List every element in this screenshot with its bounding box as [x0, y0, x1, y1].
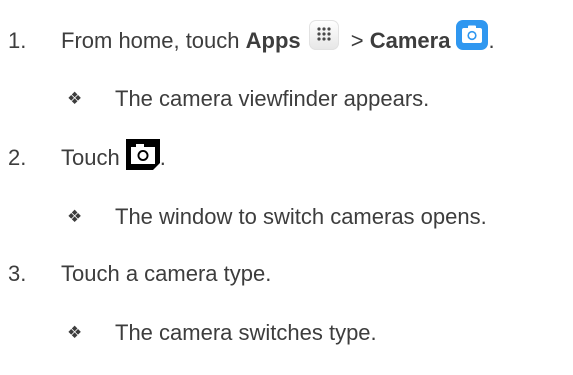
- apps-grid-icon: [308, 20, 339, 50]
- step-number: 1.: [8, 28, 27, 53]
- apps-label: Apps: [245, 28, 301, 53]
- step-number: 2.: [8, 145, 27, 170]
- step-instruction: Touch a camera type.: [61, 259, 271, 289]
- result-text: The camera viewfinder appears.: [115, 86, 430, 111]
- step-text-prefix: Touch: [61, 145, 120, 170]
- camera-app-icon: [456, 20, 489, 50]
- step-text-suffix: .: [488, 28, 495, 53]
- step-number: 3.: [8, 261, 27, 286]
- result-text: The window to switch cameras opens.: [115, 204, 487, 229]
- diamond-bullet-icon: ❖: [67, 323, 83, 343]
- diamond-bullet-icon: ❖: [67, 89, 83, 109]
- result-text: The camera switches type.: [115, 320, 377, 345]
- step-text-suffix: .: [159, 145, 166, 170]
- step-instruction: Touch .: [61, 138, 166, 174]
- camera-label: Camera: [369, 28, 451, 53]
- switch-camera-icon: [125, 138, 160, 170]
- step-separator: >: [344, 28, 370, 53]
- step-text-prefix: Touch a camera type.: [61, 261, 272, 286]
- step-text-prefix: From home, touch: [61, 28, 240, 53]
- diamond-bullet-icon: ❖: [67, 207, 83, 227]
- step-instruction: From home, touch Apps > Camera .: [61, 20, 495, 56]
